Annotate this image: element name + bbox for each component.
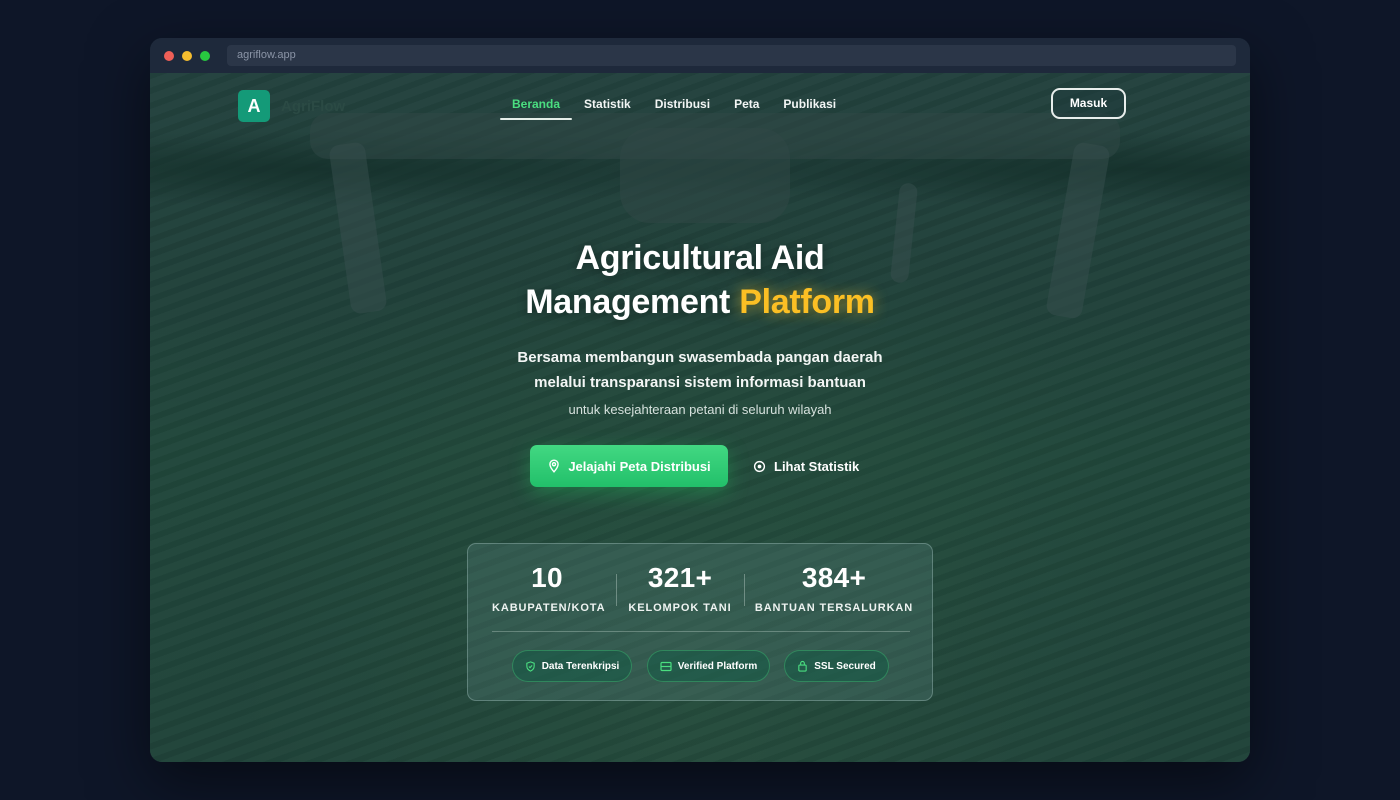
hero-subtitle-line2: melalui transparansi sistem informasi ba… bbox=[534, 374, 866, 391]
logo-text[interactable]: AgriFlow bbox=[281, 98, 345, 115]
minimize-window-dot[interactable] bbox=[182, 50, 192, 61]
login-button[interactable]: Masuk bbox=[1051, 88, 1126, 119]
hero-subtitle-line3: untuk kesejahteraan petani di seluruh wi… bbox=[568, 402, 832, 417]
stat-value: 10 bbox=[531, 562, 563, 593]
shield-icon bbox=[525, 660, 535, 672]
stat-value: 321+ bbox=[647, 562, 713, 593]
explore-map-label: Jelajahi Peta Distribusi bbox=[568, 458, 711, 474]
close-window-dot[interactable] bbox=[164, 50, 174, 61]
badge-label: SSL Secured bbox=[814, 660, 876, 672]
stat-kelompok-tani: 321+ KELOMPOK TANI bbox=[626, 562, 734, 614]
hero-subtitle-line1: Bersama membangun swasembada pangan daer… bbox=[517, 349, 883, 366]
nav-item-distribusi[interactable]: Distribusi bbox=[643, 73, 722, 119]
maximize-window-dot[interactable] bbox=[200, 50, 210, 61]
stats-divider bbox=[492, 631, 910, 632]
stat-label: BANTUAN TERSALURKAN bbox=[754, 602, 914, 614]
navbar: A AgriFlow Beranda Statistik Distribusi … bbox=[150, 73, 1250, 143]
badge-label: Verified Platform bbox=[677, 660, 758, 672]
logo-icon[interactable]: A bbox=[238, 90, 270, 122]
badge-data-encrypted: Data Terenkripsi bbox=[512, 650, 632, 682]
nav-item-beranda[interactable]: Beranda bbox=[500, 73, 573, 120]
nav-item-publikasi[interactable]: Publikasi bbox=[771, 73, 848, 119]
hero-title-line2: Management Platform bbox=[150, 283, 1250, 322]
view-statistics-label: Lihat Statistik bbox=[774, 458, 860, 474]
address-bar[interactable]: agriflow.app bbox=[227, 45, 1236, 66]
target-icon bbox=[753, 460, 766, 472]
stat-kabupaten: 10 KABUPATEN/KOTA bbox=[492, 562, 606, 614]
nav-item-statistik[interactable]: Statistik bbox=[572, 73, 643, 119]
stat-value: 384+ bbox=[801, 562, 867, 593]
nav-item-peta[interactable]: Peta bbox=[722, 73, 771, 119]
browser-titlebar: agriflow.app bbox=[150, 38, 1250, 73]
hero-title-accent: Platform bbox=[739, 283, 875, 321]
badge-label: Data Terenkripsi bbox=[541, 660, 620, 672]
hero-title-line1: Agricultural Aid bbox=[575, 239, 825, 277]
badge-ssl-secured: SSL Secured bbox=[784, 650, 889, 682]
badge-verified-platform: Verified Platform bbox=[647, 650, 770, 682]
stat-bantuan: 384+ BANTUAN TERSALURKAN bbox=[754, 562, 914, 614]
explore-map-button[interactable]: Jelajahi Peta Distribusi bbox=[530, 445, 728, 487]
nav-menu: Beranda Statistik Distribusi Peta Publik… bbox=[500, 73, 848, 143]
hero-title-main: Management bbox=[525, 283, 731, 321]
stat-label: KELOMPOK TANI bbox=[628, 602, 732, 614]
lock-icon bbox=[798, 660, 807, 672]
stats-card: 10 KABUPATEN/KOTA 321+ KELOMPOK TANI 384… bbox=[467, 543, 933, 701]
hero-section: A AgriFlow Beranda Statistik Distribusi … bbox=[150, 73, 1250, 762]
stat-divider bbox=[616, 574, 617, 606]
view-statistics-button[interactable]: Lihat Statistik bbox=[753, 445, 859, 487]
stat-label: KABUPATEN/KOTA bbox=[492, 602, 606, 614]
map-pin-icon bbox=[549, 459, 560, 473]
browser-window: agriflow.app A AgriFlow Beranda Statisti… bbox=[150, 38, 1250, 762]
stat-divider bbox=[744, 574, 745, 606]
server-icon bbox=[660, 661, 672, 671]
